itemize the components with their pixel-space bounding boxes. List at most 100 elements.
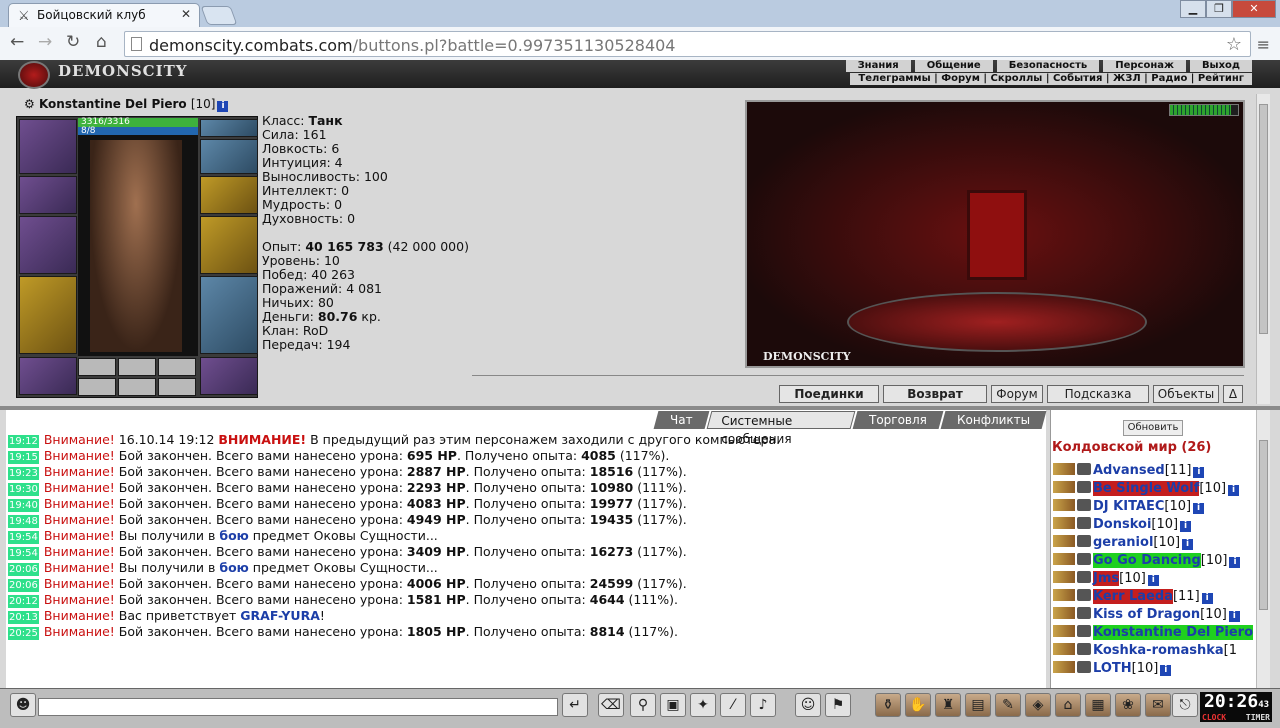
exit-icon[interactable]: ⎋ [1172, 693, 1198, 717]
menu-communication[interactable]: Общение [914, 60, 993, 72]
private-message-icon[interactable] [1053, 499, 1075, 511]
message-time[interactable]: 20:06 [8, 563, 39, 576]
user-name[interactable]: Konstantine Del Piero [1093, 625, 1254, 640]
slot-medic[interactable] [78, 358, 116, 376]
eraser-icon[interactable]: ⌫ [598, 693, 624, 717]
browser-tab[interactable]: ⚔ Бойцовский клуб ✕ [8, 3, 200, 27]
private-message-icon[interactable] [1053, 589, 1075, 601]
info-icon[interactable]: i [1201, 593, 1213, 604]
message-time[interactable]: 20:12 [8, 595, 39, 608]
private-message-icon[interactable] [1053, 625, 1075, 637]
message-time[interactable]: 20:25 [8, 627, 39, 640]
user-nick[interactable]: GRAF-YURA [240, 608, 320, 623]
info-icon[interactable]: i [1160, 665, 1172, 676]
tab-chat[interactable]: Чат [653, 411, 709, 429]
info-icon[interactable]: i [1180, 521, 1192, 532]
sound-icon[interactable]: ♪ [750, 693, 776, 717]
slot-gloves[interactable] [200, 176, 258, 214]
tab-conflicts[interactable]: Конфликты [940, 411, 1047, 429]
character-avatar[interactable]: 3316/3316 8/8 [78, 118, 198, 356]
message-time[interactable]: 19:40 [8, 499, 39, 512]
menu-icon[interactable]: ≡ [1257, 35, 1270, 54]
cell-icon[interactable]: ▦ [1085, 693, 1111, 717]
users-scrollbar[interactable] [1256, 410, 1270, 688]
message-time[interactable]: 19:15 [8, 451, 39, 464]
slot-bracers[interactable] [19, 176, 77, 214]
duels-button[interactable]: Поединки [779, 385, 879, 403]
slot-empty-3[interactable] [78, 378, 116, 396]
close-window-button[interactable]: ✕ [1232, 0, 1276, 18]
slot-empty-2[interactable] [158, 358, 196, 376]
slot-helmet[interactable] [19, 119, 77, 174]
tab-system[interactable]: Системные сообщения [706, 411, 856, 446]
message-time[interactable]: 19:30 [8, 483, 39, 496]
user-name[interactable]: Advansed [1093, 463, 1165, 478]
slot-empty-4[interactable] [118, 378, 156, 396]
stat-clan[interactable]: Клан: RoD [262, 324, 469, 338]
slot-earrings[interactable] [200, 119, 258, 137]
user-name[interactable]: geraniol [1093, 535, 1153, 550]
user-name[interactable]: Koshka-romashka [1093, 643, 1224, 658]
info-icon[interactable]: i [217, 101, 229, 112]
clock-widget[interactable]: 20:2643 CLOCK TIMER [1200, 692, 1272, 722]
bag-icon[interactable]: ♜ [935, 693, 961, 717]
slot-shield[interactable] [200, 216, 258, 274]
chat-input[interactable] [38, 698, 558, 716]
users-scrollbar-thumb[interactable] [1259, 440, 1268, 610]
battle-link[interactable]: бою [219, 560, 248, 575]
message-time[interactable]: 19:23 [8, 467, 39, 480]
home-icon[interactable]: ⌂ [96, 32, 107, 52]
info-icon[interactable]: i [1228, 485, 1240, 496]
refresh-button[interactable]: Обновить [1123, 420, 1183, 436]
hint-button[interactable]: Подсказка [1047, 385, 1149, 403]
clan-chat-icon[interactable]: ⚑ [825, 693, 851, 717]
slot-weapon[interactable] [19, 216, 77, 274]
private-message-icon[interactable] [1053, 553, 1075, 565]
slot-leggings[interactable] [200, 276, 258, 354]
menu-knowledge[interactable]: Знания [845, 60, 911, 72]
address-bar[interactable]: demonscity.combats.com/buttons.pl?battle… [124, 31, 1251, 57]
scroll-icon[interactable]: ✎ [995, 693, 1021, 717]
private-message-icon[interactable] [1053, 463, 1075, 475]
character-name[interactable]: Konstantine Del Piero [39, 97, 187, 111]
smiles-icon[interactable]: ☻ [10, 693, 36, 717]
info-icon[interactable]: i [1193, 467, 1205, 478]
user-name[interactable]: Go Go Dancing [1093, 553, 1201, 568]
private-message-icon[interactable] [1053, 607, 1075, 619]
mail-icon[interactable]: ✉ [1145, 693, 1171, 717]
smile-icon[interactable]: ☺ [795, 693, 821, 717]
tab-trade[interactable]: Торговля [852, 411, 944, 429]
menu-security[interactable]: Безопасность [996, 60, 1100, 72]
forward-icon[interactable]: → [38, 32, 52, 52]
scene-door[interactable] [967, 190, 1027, 280]
reload-icon[interactable]: ↻ [66, 32, 80, 52]
info-icon[interactable]: i [1147, 575, 1159, 586]
slot-armor[interactable] [19, 276, 77, 354]
user-name[interactable]: Kerr Laeda [1093, 589, 1173, 604]
map-icon[interactable]: ◈ [1025, 693, 1051, 717]
top-scrollbar[interactable] [1256, 94, 1270, 404]
slot-empty-1[interactable] [118, 358, 156, 376]
slot-rings[interactable] [200, 139, 258, 174]
house-icon[interactable]: ⌂ [1055, 693, 1081, 717]
menu-character[interactable]: Персонаж [1103, 60, 1186, 72]
info-icon[interactable]: i [1229, 557, 1241, 568]
private-message-icon[interactable] [1053, 481, 1075, 493]
save-icon[interactable]: ▣ [660, 693, 686, 717]
slot-empty-5[interactable] [158, 378, 196, 396]
objects-button[interactable]: Объекты [1153, 385, 1219, 403]
battle-link[interactable]: бою [219, 528, 248, 543]
info-icon[interactable]: i [1193, 503, 1205, 514]
filter-icon[interactable]: ⚲ [630, 693, 656, 717]
message-time[interactable]: 20:13 [8, 611, 39, 624]
new-tab-button[interactable] [200, 6, 238, 25]
user-name[interactable]: Be Single Wolf [1093, 481, 1200, 496]
message-time[interactable]: 19:48 [8, 515, 39, 528]
private-icon[interactable]: ⁄ [720, 693, 746, 717]
potion-icon[interactable]: ⚱ [875, 693, 901, 717]
message-time[interactable]: 19:54 [8, 547, 39, 560]
paw-icon[interactable]: ❀ [1115, 693, 1141, 717]
top-scrollbar-thumb[interactable] [1259, 104, 1268, 334]
delta-button[interactable]: Δ [1223, 385, 1243, 403]
private-message-icon[interactable] [1053, 571, 1075, 583]
